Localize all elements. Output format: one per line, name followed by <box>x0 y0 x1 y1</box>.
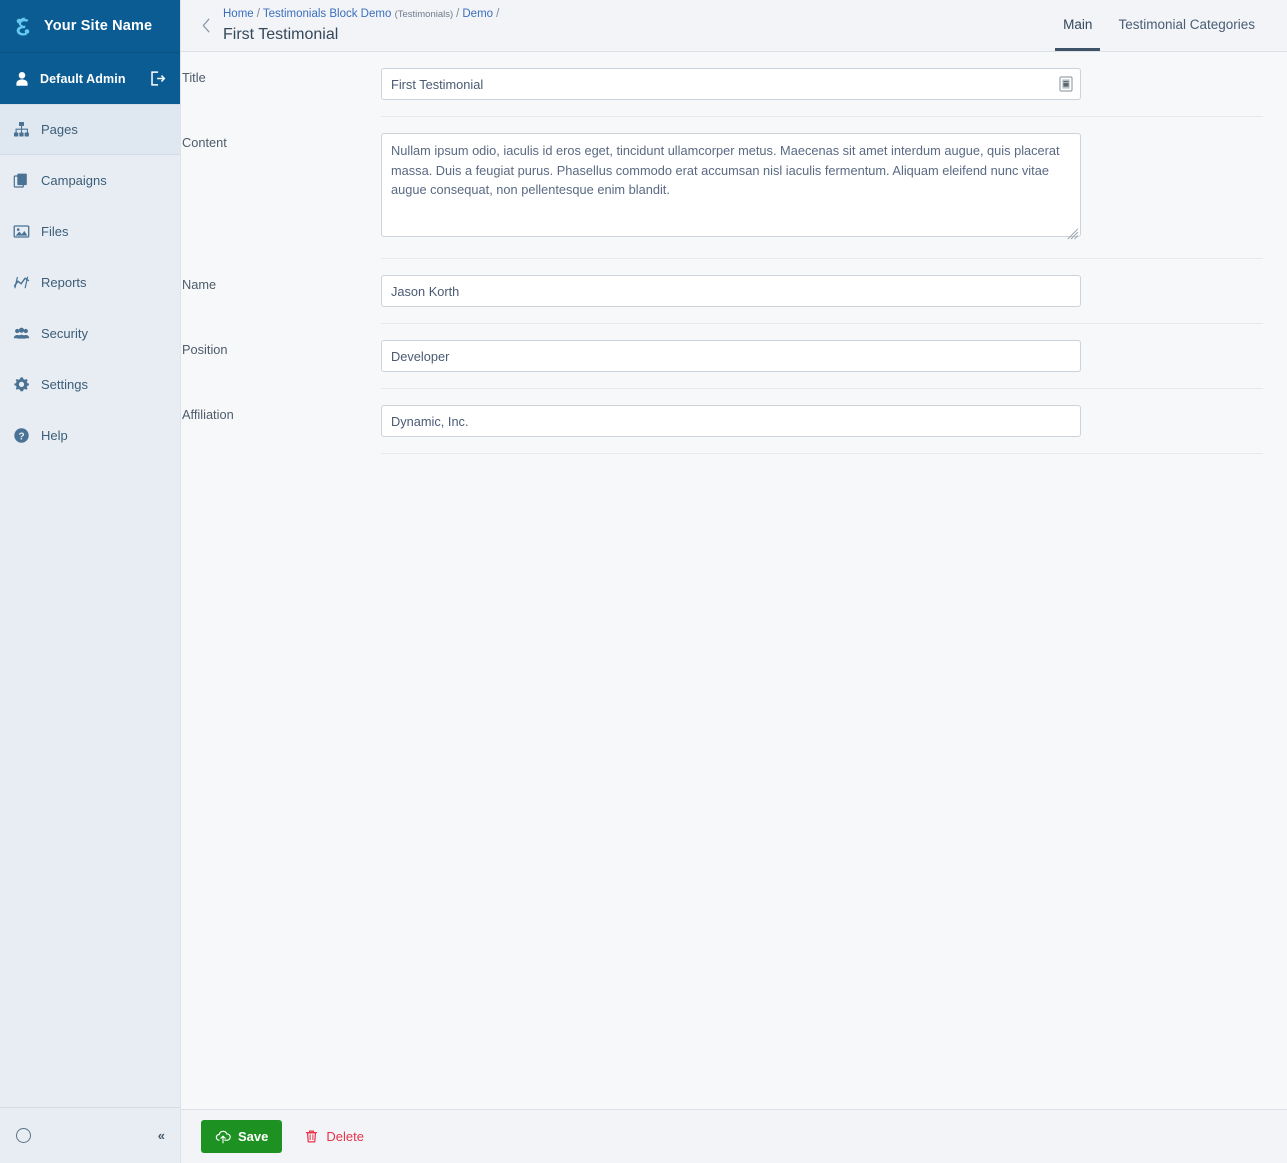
field-control <box>381 405 1081 437</box>
sidebar-item-reports[interactable]: Reports <box>0 257 180 308</box>
back-button[interactable] <box>193 0 219 51</box>
page-title: First Testimonial <box>223 25 339 43</box>
question-circle-icon: ? <box>13 427 30 444</box>
breadcrumb-separator: / <box>456 7 460 20</box>
sidebar-nav: Pages Campaigns Files Reports Security S… <box>0 104 180 461</box>
sidebar-item-pages[interactable]: Pages <box>0 104 180 155</box>
breadcrumb-link-home[interactable]: Home <box>223 8 254 20</box>
breadcrumb: Home / Testimonials Block Demo (Testimonia… <box>223 7 502 22</box>
field-affiliation: Affiliation <box>182 389 1263 454</box>
save-button-label: Save <box>238 1129 269 1144</box>
line-chart-icon <box>13 274 30 291</box>
sidebar-item-label: Security <box>41 326 88 341</box>
field-title: Title <box>182 52 1263 117</box>
user-icon <box>16 71 28 86</box>
field-label: Title <box>182 70 206 85</box>
sidebar-item-settings[interactable]: Settings <box>0 359 180 410</box>
insert-content-icon[interactable] <box>1059 76 1073 92</box>
breadcrumb-separator: / <box>256 7 260 20</box>
field-control: Nullam ipsum odio, iaculis id eros eget,… <box>381 133 1081 242</box>
users-icon <box>13 325 30 342</box>
topbar: Home / Testimonials Block Demo (Testimonia… <box>181 0 1287 52</box>
sidebar-item-security[interactable]: Security <box>0 308 180 359</box>
delete-button[interactable]: Delete <box>298 1120 370 1153</box>
sidebar-item-help[interactable]: ? Help <box>0 410 180 461</box>
sidebar-item-label: Pages <box>41 122 78 137</box>
brand-header[interactable]: Your Site Name <box>0 0 180 52</box>
logout-icon[interactable] <box>149 70 166 87</box>
swirl-logo-icon <box>16 17 30 36</box>
breadcrumb-separator: / <box>496 7 500 20</box>
field-label: Name <box>182 277 217 292</box>
field-label: Affiliation <box>182 407 234 422</box>
breadcrumb-and-title: Home / Testimonials Block Demo (Testimonia… <box>219 0 502 51</box>
field-control <box>381 340 1081 372</box>
image-icon <box>13 223 30 240</box>
field-label: Position <box>182 342 228 357</box>
sidebar-item-files[interactable]: Files <box>0 206 180 257</box>
sidebar-item-label: Campaigns <box>41 173 107 188</box>
app-root: Your Site Name Default Admin Pages Campa… <box>0 0 1287 1163</box>
breadcrumb-link-testimonials-block-demo[interactable]: Testimonials Block Demo <box>263 8 391 20</box>
content-area: Title Content Nullam ipsum <box>181 52 1287 1109</box>
title-input[interactable] <box>381 68 1081 100</box>
main-area: Home / Testimonials Block Demo (Testimonia… <box>180 0 1287 1163</box>
gear-icon <box>13 376 30 393</box>
position-input[interactable] <box>381 340 1081 372</box>
brand-label: Your Site Name <box>44 18 153 34</box>
chevron-left-icon <box>202 18 209 33</box>
tab-testimonial-categories[interactable]: Testimonial Categories <box>1110 0 1263 51</box>
delete-button-label: Delete <box>326 1129 364 1144</box>
affiliation-input[interactable] <box>381 405 1081 437</box>
collapse-sidebar-button[interactable]: « <box>158 1128 165 1143</box>
field-position: Position <box>182 324 1263 389</box>
user-row: Default Admin <box>0 52 180 104</box>
sidebar-item-label: Reports <box>41 275 87 290</box>
sidebar-item-label: Settings <box>41 377 88 392</box>
field-control <box>381 68 1081 100</box>
edit-form: Title Content Nullam ipsum <box>181 52 1287 454</box>
save-button[interactable]: Save <box>201 1120 283 1153</box>
action-bar: Save Delete <box>181 1109 1287 1163</box>
copy-pages-icon <box>13 172 30 189</box>
content-textarea[interactable]: Nullam ipsum odio, iaculis id eros eget,… <box>381 133 1081 237</box>
sidebar-footer: « <box>0 1107 180 1163</box>
circle-icon[interactable] <box>16 1128 31 1143</box>
sidebar: Your Site Name Default Admin Pages Campa… <box>0 0 180 1163</box>
name-input[interactable] <box>381 275 1081 307</box>
sidebar-item-campaigns[interactable]: Campaigns <box>0 155 180 206</box>
field-content: Content Nullam ipsum odio, iaculis id er… <box>182 117 1263 259</box>
cloud-upload-icon <box>215 1130 231 1143</box>
field-label: Content <box>182 135 227 150</box>
tab-main[interactable]: Main <box>1055 0 1101 51</box>
sitemap-icon <box>13 121 30 138</box>
svg-text:?: ? <box>18 431 24 442</box>
user-name: Default Admin <box>40 71 126 86</box>
sidebar-item-label: Help <box>41 428 68 443</box>
breadcrumb-sublabel: (Testimonials) <box>394 8 454 20</box>
sidebar-item-label: Files <box>41 224 69 239</box>
breadcrumb-link-demo[interactable]: Demo <box>462 8 493 20</box>
trash-icon <box>306 1130 318 1143</box>
field-name: Name <box>182 259 1263 324</box>
tab-bar: Main Testimonial Categories <box>1045 0 1287 51</box>
field-control <box>381 275 1081 307</box>
